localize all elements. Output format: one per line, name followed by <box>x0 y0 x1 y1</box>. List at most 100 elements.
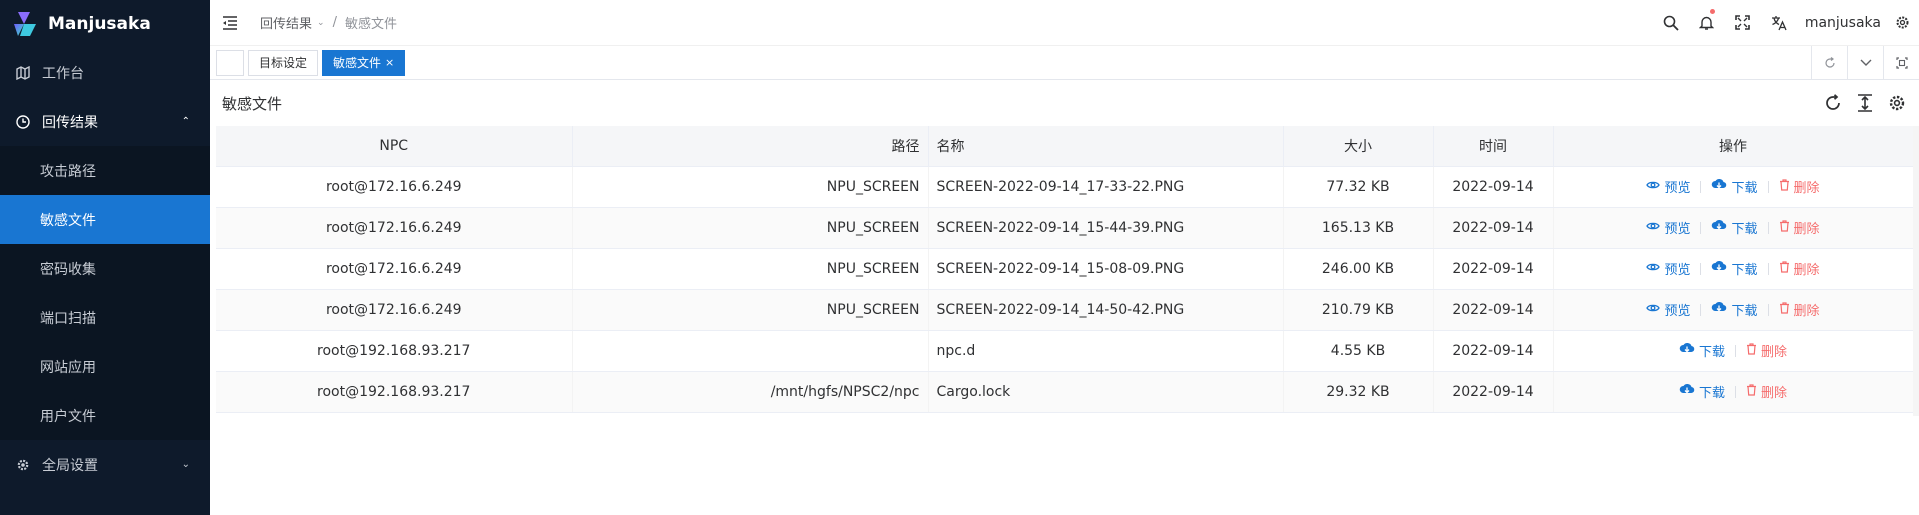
sidebar-item-user-files[interactable]: 用户文件 <box>0 391 210 440</box>
tab-sensitive-files[interactable]: 敏感文件 × <box>322 49 406 76</box>
delete-button[interactable]: 删除 <box>1769 259 1830 278</box>
sidebar: Manjusaka 工作台 回传结果 ⌃ 攻击路径 敏感文件 密码收集 端口扫描… <box>0 0 210 515</box>
breadcrumb-item[interactable]: 回传结果 <box>260 13 312 32</box>
download-button[interactable]: 下载 <box>1701 259 1767 278</box>
cell-time: 2022-09-14 <box>1433 289 1554 331</box>
cell-size: 210.79 KB <box>1283 289 1434 331</box>
table-row[interactable]: root@172.16.6.249 NPU_SCREEN SCREEN-2022-0… <box>216 166 1914 208</box>
table-body: root@172.16.6.249 NPU_SCREEN SCREEN-2022-0… <box>216 166 1914 413</box>
page-title: 敏感文件 <box>222 94 283 113</box>
delete-button[interactable]: 删除 <box>1769 218 1830 237</box>
cell-name: SCREEN-2022-09-14_14-50-42.PNG <box>928 289 1284 331</box>
sidebar-item-label: 全局设置 <box>42 457 98 474</box>
download-button[interactable]: 下载 <box>1669 341 1735 360</box>
cell-time: 2022-09-14 <box>1433 248 1554 290</box>
sidebar-item-port-scan[interactable]: 端口扫描 <box>0 293 210 342</box>
sidebar-item-password-collection[interactable]: 密码收集 <box>0 244 210 293</box>
delete-button[interactable]: 删除 <box>1736 382 1797 401</box>
download-button[interactable]: 下载 <box>1701 177 1767 196</box>
cell-actions: 预览 下载 删除 <box>1553 166 1914 208</box>
delete-label: 删除 <box>1761 345 1788 360</box>
vertical-scrollbar[interactable] <box>1913 126 1919 416</box>
refresh-icon[interactable] <box>1823 93 1843 113</box>
delete-button[interactable]: 删除 <box>1736 341 1797 360</box>
settings-icon[interactable] <box>1891 0 1913 46</box>
notification-dot <box>1709 8 1715 14</box>
table-row[interactable]: root@172.16.6.249 NPU_SCREEN SCREEN-2022-0… <box>216 289 1914 331</box>
sidebar-item-global-settings[interactable]: 全局设置 ⌄ <box>0 440 210 489</box>
refresh-icon[interactable] <box>1811 46 1847 80</box>
fullscreen-icon[interactable] <box>1725 0 1761 46</box>
tab-home[interactable] <box>216 49 244 76</box>
cloud-download-icon <box>1711 260 1727 277</box>
cell-npc: root@172.16.6.249 <box>216 207 573 249</box>
chevron-up-icon: ⌃ <box>181 116 190 127</box>
preview-button[interactable]: 预览 <box>1636 218 1700 237</box>
table-row[interactable]: root@172.16.6.249 NPU_SCREEN SCREEN-2022-0… <box>216 248 1914 290</box>
sidebar-item-results[interactable]: 回传结果 ⌃ <box>0 97 210 146</box>
sidebar-item-sensitive-files[interactable]: 敏感文件 <box>0 195 210 244</box>
menu-fold-icon[interactable] <box>222 14 240 32</box>
download-label: 下载 <box>1731 263 1758 278</box>
cell-path: NPU_SCREEN <box>572 166 929 208</box>
column-header-path[interactable]: 路径 <box>572 126 929 167</box>
cell-actions: 预览 下载 删除 <box>1553 289 1914 331</box>
search-icon[interactable] <box>1653 0 1689 46</box>
cell-time: 2022-09-14 <box>1433 371 1554 413</box>
cell-size: 77.32 KB <box>1283 166 1434 208</box>
cell-time: 2022-09-14 <box>1433 166 1554 208</box>
preview-button[interactable]: 预览 <box>1636 177 1700 196</box>
download-button[interactable]: 下载 <box>1669 382 1735 401</box>
cell-path: /mnt/hgfs/NPSC2/npc <box>572 371 929 413</box>
eye-icon <box>1646 302 1661 317</box>
app-name: Manjusaka <box>48 14 151 34</box>
column-header-size[interactable]: 大小 <box>1283 126 1434 167</box>
bell-icon[interactable] <box>1689 0 1725 46</box>
close-icon[interactable]: × <box>385 56 394 69</box>
tab-target-settings[interactable]: 目标设定 <box>248 49 319 76</box>
trash-icon <box>1746 342 1757 359</box>
cell-time: 2022-09-14 <box>1433 207 1554 249</box>
cell-npc: root@192.168.93.217 <box>216 330 573 372</box>
translate-icon[interactable] <box>1761 0 1797 46</box>
table-row[interactable]: root@192.168.93.217 npc.d 4.55 KB 2022-09-1… <box>216 330 1914 372</box>
delete-button[interactable]: 删除 <box>1769 300 1830 319</box>
app-logo[interactable]: Manjusaka <box>0 0 210 48</box>
cell-actions: 预览 下载 删除 <box>1553 248 1914 290</box>
download-button[interactable]: 下载 <box>1701 300 1767 319</box>
column-header-name[interactable]: 名称 <box>928 126 1284 167</box>
sidebar-item-web-apps[interactable]: 网站应用 <box>0 342 210 391</box>
cell-size: 29.32 KB <box>1283 371 1434 413</box>
breadcrumb-current: 敏感文件 <box>344 17 397 32</box>
tabs-bar: 目标设定 敏感文件 × <box>210 46 1919 80</box>
sidebar-item-workbench[interactable]: 工作台 <box>0 48 210 97</box>
column-header-npc[interactable]: NPC <box>216 126 573 167</box>
sidebar-item-attack-path[interactable]: 攻击路径 <box>0 146 210 195</box>
chevron-down-icon[interactable] <box>1847 46 1883 80</box>
delete-button[interactable]: 删除 <box>1769 177 1830 196</box>
chevron-down-icon[interactable]: ⌄ <box>317 18 325 28</box>
settings-icon[interactable] <box>1887 93 1907 113</box>
breadcrumb: 回传结果 ⌄ / 敏感文件 <box>260 13 397 32</box>
preview-button[interactable]: 预览 <box>1636 300 1700 319</box>
cell-name: SCREEN-2022-09-14_17-33-22.PNG <box>928 166 1284 208</box>
download-label: 下载 <box>1698 345 1725 360</box>
username[interactable]: manjusaka <box>1805 15 1881 31</box>
maximize-icon[interactable] <box>1883 46 1919 80</box>
eye-icon <box>1646 220 1661 235</box>
tabs-tools <box>1811 46 1919 80</box>
preview-button[interactable]: 预览 <box>1636 259 1700 278</box>
column-header-time[interactable]: 时间 <box>1433 126 1554 167</box>
column-header-actions: 操作 <box>1553 126 1914 167</box>
table-header-row: NPC 路径 名称 大小 时间 操作 <box>216 126 1914 167</box>
cell-name: Cargo.lock <box>928 371 1284 413</box>
delete-label: 删除 <box>1793 181 1820 196</box>
delete-label: 删除 <box>1793 263 1820 278</box>
cloud-download-icon <box>1711 219 1727 236</box>
column-height-icon[interactable] <box>1855 93 1875 113</box>
table-row[interactable]: root@192.168.93.217/mnt/hgfs/NPSC2/npc Ca… <box>216 371 1914 413</box>
download-button[interactable]: 下载 <box>1701 218 1767 237</box>
table-row[interactable]: root@172.16.6.249 NPU_SCREEN SCREEN-2022-0… <box>216 207 1914 249</box>
preview-label: 预览 <box>1664 263 1691 278</box>
cell-path: NPU_SCREEN <box>572 207 929 249</box>
